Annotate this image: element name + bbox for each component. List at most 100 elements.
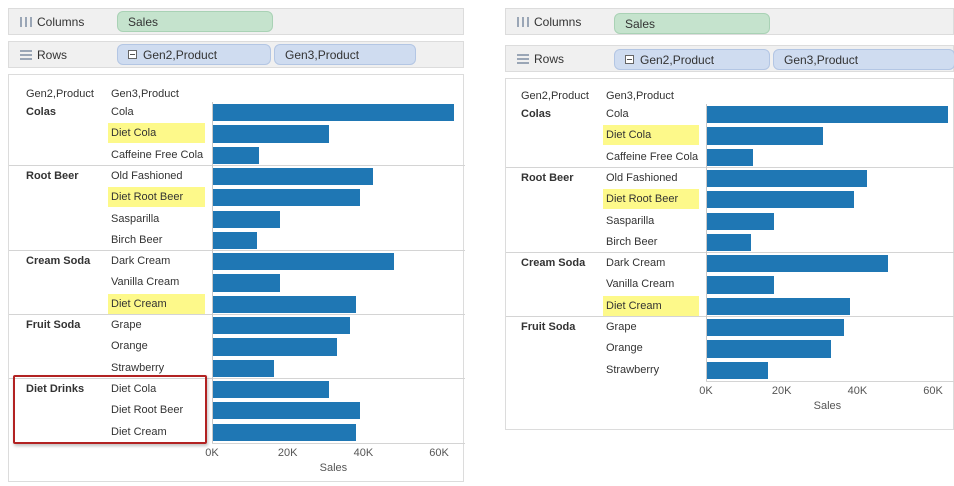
axis-title: Sales <box>319 461 348 474</box>
collapse-minus-icon[interactable] <box>128 50 137 59</box>
bar <box>706 191 854 209</box>
axis-zero-line <box>706 104 707 381</box>
row-label: Birch Beer <box>111 233 163 246</box>
bar <box>212 338 337 356</box>
row-label: Vanilla Cream <box>606 278 675 291</box>
bar <box>706 361 769 379</box>
row-label: Sasparilla <box>111 212 160 225</box>
bar <box>706 276 775 294</box>
row-label: Caffeine Free Cola <box>111 148 204 161</box>
row-label: Diet Cream <box>108 293 205 314</box>
axis-title: Sales <box>813 399 842 412</box>
row-label: Diet Cola <box>603 125 699 146</box>
rows-shelf[interactable]: Rows Gen2,Product Gen3,Product <box>505 45 954 72</box>
row-label: Orange <box>111 340 148 353</box>
row-label: Strawberry <box>606 363 660 376</box>
group-separator <box>506 252 954 254</box>
bar <box>706 297 850 315</box>
bar <box>212 359 275 377</box>
bar <box>212 295 356 313</box>
gen2-product-pill[interactable]: Gen2,Product <box>117 44 271 65</box>
bar <box>212 104 455 122</box>
rows-shelf-label: Rows <box>37 47 68 62</box>
bar <box>212 423 356 441</box>
bar <box>212 380 330 399</box>
gen2-product-pill[interactable]: Gen2,Product <box>614 49 770 70</box>
bar <box>706 169 867 188</box>
axis-tick-label: 60K <box>429 446 449 459</box>
bar <box>212 231 258 250</box>
group-label: Colas <box>26 106 56 118</box>
group-separator <box>9 314 465 315</box>
group-separator <box>506 166 954 168</box>
bar <box>212 125 330 143</box>
bar <box>706 255 888 273</box>
columns-shelf-label: Columns <box>534 14 582 29</box>
sales-pill[interactable]: Sales <box>117 11 273 32</box>
group-separator <box>9 250 465 252</box>
group-label: Colas <box>521 108 551 120</box>
axis-baseline <box>706 380 954 382</box>
sales-pill[interactable]: Sales <box>614 13 770 34</box>
row-label: Diet Cream <box>603 295 699 316</box>
group-label: Fruit Soda <box>26 319 81 331</box>
row-label: Dark Cream <box>111 255 171 268</box>
bar <box>212 317 351 335</box>
group-label: Fruit Soda <box>521 321 576 333</box>
bar <box>706 233 752 252</box>
axis-tick-label: 20K <box>771 384 792 397</box>
group-label: Cream Soda <box>26 255 91 268</box>
row-label: Orange <box>606 342 643 355</box>
header-gen2-product: Gen2,Product <box>26 88 94 100</box>
axis-tick-label: 40K <box>847 384 868 397</box>
axis-tick-label: 0K <box>205 446 219 459</box>
row-label: Diet Cola <box>108 123 205 144</box>
row-label: Grape <box>606 321 637 333</box>
rows-shelf-label: Rows <box>534 51 565 66</box>
bar <box>212 146 260 164</box>
diet-drinks-callout-box <box>13 375 207 444</box>
row-label: Cola <box>606 108 629 120</box>
group-label: Root Beer <box>521 171 574 184</box>
bar <box>212 402 360 420</box>
row-label: Diet Root Beer <box>108 187 205 208</box>
row-label: Cola <box>111 106 134 118</box>
bar <box>706 212 775 230</box>
columns-shelf-icon <box>20 16 32 27</box>
columns-shelf[interactable]: Columns Sales <box>505 8 954 35</box>
bar <box>212 274 281 292</box>
row-label: Dark Cream <box>606 257 666 270</box>
rows-shelf[interactable]: Rows Gen2,Product Gen3,Product <box>8 41 464 68</box>
bar <box>706 127 824 145</box>
columns-shelf-label: Columns <box>37 14 85 29</box>
row-label: Vanilla Cream <box>111 276 180 289</box>
chart-view: Gen2,Product Gen3,Product Colas Cola Diet Co… <box>505 78 954 430</box>
row-label: Diet Root Beer <box>603 189 699 210</box>
bar <box>212 210 281 228</box>
row-label: Caffeine Free Cola <box>606 150 699 163</box>
axis-baseline <box>212 442 465 444</box>
axis-tick-label: 20K <box>277 446 298 459</box>
row-label: Old Fashioned <box>111 169 183 182</box>
group-separator <box>506 316 954 317</box>
group-label: Cream Soda <box>521 257 586 270</box>
rows-shelf-icon <box>517 53 529 64</box>
row-label: Old Fashioned <box>606 171 678 184</box>
right-panel: Columns Sales Rows Gen2,Product Gen3,Pro… <box>500 0 954 486</box>
columns-shelf-icon <box>517 16 529 27</box>
bar <box>706 340 831 358</box>
gen3-product-pill[interactable]: Gen3,Product <box>773 49 954 70</box>
group-label: Root Beer <box>26 169 79 182</box>
collapse-minus-icon[interactable] <box>625 55 634 64</box>
axis-zero-line <box>212 102 213 443</box>
bar <box>706 319 845 337</box>
axis-tick-label: 0K <box>699 384 713 397</box>
row-label: Grape <box>111 319 142 331</box>
bar <box>212 167 373 186</box>
axis-tick-label: 40K <box>353 446 374 459</box>
header-gen3-product: Gen3,Product <box>606 90 674 102</box>
bar <box>706 148 754 166</box>
gen3-product-pill[interactable]: Gen3,Product <box>274 44 416 65</box>
group-separator <box>9 164 465 166</box>
columns-shelf[interactable]: Columns Sales <box>8 8 464 35</box>
